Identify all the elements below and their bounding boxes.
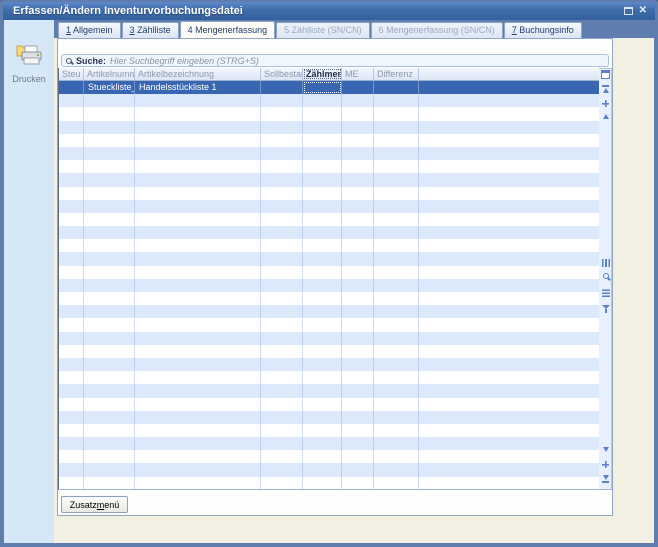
first-row-icon[interactable] [599, 85, 612, 93]
table-row[interactable] [59, 279, 599, 292]
table-row[interactable] [59, 424, 599, 437]
window-title: Erfassen/Ändern Inventurvorbuchungsdatei [3, 5, 243, 17]
table-row[interactable] [59, 411, 599, 424]
column-header-artikelnummer[interactable]: Artikelnummer [84, 68, 135, 80]
column-header-differenz[interactable]: Differenz [374, 68, 419, 80]
column-chooser-icon[interactable] [599, 70, 612, 79]
table-row[interactable] [59, 371, 599, 384]
table-row[interactable] [59, 332, 599, 345]
table-row[interactable] [59, 437, 599, 450]
titlebar: Erfassen/Ändern Inventurvorbuchungsdatei… [3, 2, 655, 20]
search-label: Suche: [76, 56, 106, 66]
column-header-me[interactable]: ME [342, 68, 374, 80]
table-row[interactable] [59, 94, 599, 107]
dialog-window: Erfassen/Ändern Inventurvorbuchungsdatei… [0, 0, 658, 547]
last-row-icon[interactable] [599, 475, 612, 483]
table-row[interactable] [59, 318, 599, 331]
table-row[interactable] [59, 147, 599, 160]
close-icon[interactable]: ✕ [639, 6, 647, 16]
table-row[interactable] [59, 398, 599, 411]
tab-mengenerfassung[interactable]: 4 Mengenerfassung [180, 21, 276, 38]
tab-zaehlliste-sn-cn: 5 Zählliste (SN/CN) [276, 22, 370, 38]
table-row[interactable] [59, 200, 599, 213]
column-header-artikelbezeichnung[interactable]: Artikelbezeichnung [135, 68, 261, 80]
page-up-icon[interactable] [599, 100, 612, 107]
grid-search-icon[interactable] [599, 273, 612, 279]
sort-icon[interactable] [599, 289, 612, 297]
tab-page: Suche: Hier Suchbegriff eingeben (STRG+S… [57, 38, 613, 516]
column-header-zählmenge[interactable]: Zählmenge [303, 68, 342, 80]
sidebar: Drucken [4, 20, 54, 543]
columns-icon[interactable] [599, 259, 612, 267]
grid-side-toolbar [599, 68, 612, 490]
table-row[interactable] [59, 450, 599, 463]
table-row[interactable] [59, 187, 599, 200]
search-icon [66, 58, 72, 64]
tab-buchungsinfo[interactable]: 7 Buchungsinfo [504, 22, 582, 38]
table-row[interactable] [59, 345, 599, 358]
grid-body: Stueckliste_1Handelsstückliste 1 [59, 81, 599, 490]
table-row[interactable] [59, 266, 599, 279]
data-grid: SteuArtikelnummerArtikelbezeichnungSollb… [58, 68, 599, 490]
table-row[interactable]: Stueckliste_1Handelsstückliste 1 [59, 81, 599, 94]
table-row[interactable] [59, 358, 599, 371]
table-row[interactable] [59, 477, 599, 490]
print-label: Drucken [4, 74, 54, 84]
tab-zaehlliste[interactable]: 3 Zählliste [122, 22, 179, 38]
table-row[interactable] [59, 463, 599, 476]
table-row[interactable] [59, 226, 599, 239]
grid-header: SteuArtikelnummerArtikelbezeichnungSollb… [59, 68, 599, 81]
column-header-steu[interactable]: Steu [59, 68, 84, 80]
restore-icon[interactable] [624, 7, 633, 15]
page-down-icon[interactable] [599, 461, 612, 468]
tab-strip: 1 Allgemein 3 Zählliste 4 Mengenerfassun… [54, 20, 654, 38]
table-row[interactable] [59, 134, 599, 147]
filter-icon[interactable] [599, 305, 612, 309]
table-row[interactable] [59, 239, 599, 252]
search-placeholder: Hier Suchbegriff eingeben (STRG+S) [110, 56, 259, 66]
column-header-sollbestand[interactable]: Sollbestand [261, 68, 303, 80]
main-area: 1 Allgemein 3 Zählliste 4 Mengenerfassun… [54, 20, 654, 543]
row-up-icon[interactable] [599, 114, 612, 119]
tab-mengenerfassung-sn-cn: 6 Mengenerfassung (SN/CN) [371, 22, 503, 38]
table-row[interactable] [59, 292, 599, 305]
search-bar[interactable]: Suche: Hier Suchbegriff eingeben (STRG+S… [61, 54, 609, 67]
table-row[interactable] [59, 121, 599, 134]
tab-allgemein[interactable]: 1 Allgemein [58, 22, 121, 38]
table-row[interactable] [59, 384, 599, 397]
table-row[interactable] [59, 213, 599, 226]
table-row[interactable] [59, 173, 599, 186]
row-down-icon[interactable] [599, 447, 612, 452]
zusatzmenu-button[interactable]: Zusatzmenü [61, 496, 128, 513]
table-row[interactable] [59, 160, 599, 173]
table-row[interactable] [59, 305, 599, 318]
table-row[interactable] [59, 107, 599, 120]
table-row[interactable] [59, 252, 599, 265]
print-button[interactable]: Drucken [4, 42, 54, 84]
printer-icon [14, 42, 44, 67]
